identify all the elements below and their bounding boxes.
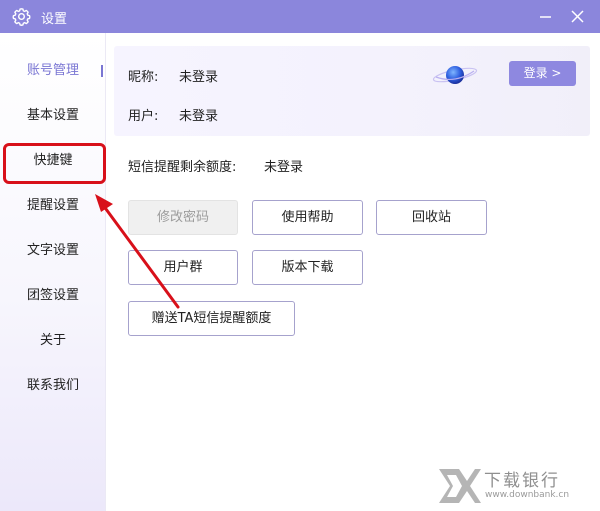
sidebar-item-text[interactable]: 文字设置	[0, 236, 106, 266]
login-button[interactable]: 登录 >	[509, 61, 576, 86]
user-label: 用户:	[128, 109, 159, 124]
gift-sms-button[interactable]: 赠送TA短信提醒额度	[128, 301, 295, 336]
sidebar-item-label: 提醒设置	[26, 198, 79, 213]
sidebar-item-basic[interactable]: 基本设置	[0, 101, 106, 131]
gear-icon	[12, 8, 31, 26]
sidebar-item-group-sign[interactable]: 团签设置	[0, 281, 106, 311]
nickname-value: 未登录	[179, 70, 219, 85]
watermark-name: 下载银行	[484, 471, 560, 491]
sidebar-item-label: 快捷键	[33, 153, 73, 168]
sidebar: 账号管理 基本设置 快捷键 提醒设置 文字设置 团签设置 关于 联系我们	[0, 33, 106, 511]
close-icon[interactable]	[569, 8, 586, 25]
sidebar-item-label: 基本设置	[26, 108, 79, 123]
recycle-bin-button[interactable]: 回收站	[376, 200, 487, 235]
sidebar-item-label: 联系我们	[26, 378, 79, 393]
sms-quota-value: 未登录	[264, 160, 304, 175]
sidebar-item-label: 关于	[39, 333, 66, 348]
sidebar-item-reminder[interactable]: 提醒设置	[0, 191, 106, 221]
user-value: 未登录	[179, 109, 219, 124]
sidebar-item-account[interactable]: 账号管理	[0, 56, 106, 86]
active-indicator	[101, 65, 103, 77]
title-bar: 设置	[0, 0, 600, 33]
nickname-label: 昵称:	[128, 70, 159, 85]
watermark-url: www.downbank.cn	[485, 490, 570, 500]
sidebar-item-label: 团签设置	[26, 288, 79, 303]
help-button[interactable]: 使用帮助	[252, 200, 363, 235]
user-group-button[interactable]: 用户群	[128, 250, 238, 285]
minimize-icon[interactable]	[537, 8, 554, 25]
sidebar-item-about[interactable]: 关于	[0, 326, 106, 356]
change-password-button[interactable]: 修改密码	[128, 200, 238, 235]
sms-quota-label: 短信提醒剩余额度:	[128, 160, 237, 175]
sidebar-item-contact[interactable]: 联系我们	[0, 371, 106, 401]
sidebar-item-label: 账号管理	[26, 63, 79, 78]
sidebar-item-shortcuts[interactable]: 快捷键	[0, 146, 106, 176]
version-download-button[interactable]: 版本下载	[252, 250, 363, 285]
window-title: 设置	[41, 12, 68, 27]
sidebar-item-label: 文字设置	[26, 243, 79, 258]
planet-icon	[432, 66, 478, 84]
